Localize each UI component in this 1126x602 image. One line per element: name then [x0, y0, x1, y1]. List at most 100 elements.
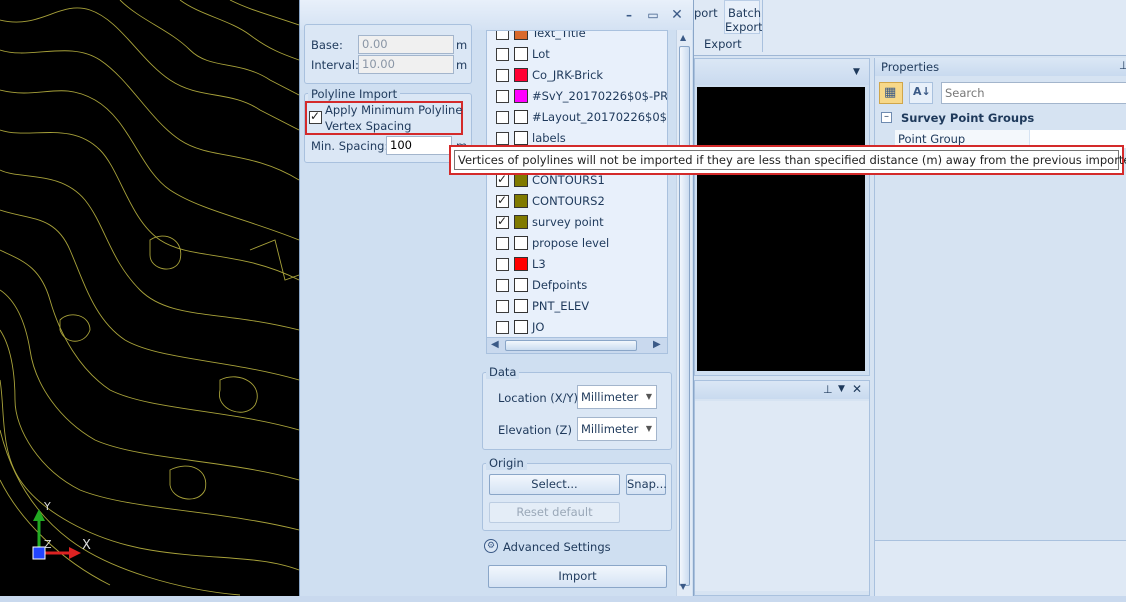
layer-color-swatch [514, 236, 528, 250]
advanced-settings-icon[interactable]: ⚙ [484, 539, 498, 553]
scroll-right-icon[interactable]: ▶ [653, 339, 661, 350]
layer-name: #Layout_20170226$0$labels [532, 110, 667, 124]
layer-checkbox[interactable] [496, 214, 509, 229]
layer-row[interactable]: Defpoints [487, 275, 667, 296]
layer-name: Co_JRK-Brick [532, 68, 604, 82]
import-button[interactable]: Import [488, 565, 667, 588]
elevation-select[interactable]: Millimeter ▼ [577, 417, 657, 441]
layer-checkbox[interactable] [496, 300, 509, 313]
layer-row[interactable]: Co_JRK-Brick [487, 65, 667, 86]
data-group-title: Data [486, 365, 520, 379]
min-spacing-input[interactable]: 100 [386, 136, 452, 155]
categorized-view-icon[interactable]: ▦ [879, 82, 903, 104]
apply-spacing-label-1: Apply Minimum Polyline [325, 103, 463, 117]
tooltip: Vertices of polylines will not be import… [449, 145, 1126, 175]
layer-row[interactable]: CONTOURS2 [487, 191, 667, 212]
layer-name: PNT_ELEV [532, 299, 590, 313]
ucs-axis-icon [32, 509, 81, 560]
close-icon[interactable]: ✕ [669, 8, 685, 22]
cad-canvas[interactable]: Y Z X [0, 0, 299, 602]
layer-row[interactable]: survey point [487, 212, 667, 233]
batch-export-label-2: Export [725, 20, 763, 34]
layer-checkbox[interactable] [496, 237, 509, 250]
layer-name: Defpoints [532, 278, 588, 292]
snap-button[interactable]: Snap... [626, 474, 667, 495]
axis-y-label: Y [44, 500, 51, 513]
layer-row[interactable]: L3 [487, 254, 667, 275]
layer-checkbox[interactable] [496, 132, 509, 145]
layer-name: #SvY_20170226$0$-PRE [532, 89, 668, 103]
pin-icon[interactable]: ⊥ [823, 383, 833, 396]
dropdown-arrow-icon[interactable]: ▼ [853, 67, 860, 77]
pin-icon[interactable]: ⊥ [1119, 59, 1126, 72]
scroll-up-icon[interactable]: ▲ [680, 33, 686, 42]
dialog-vscrollbar[interactable]: ▲ ▼ [676, 30, 692, 596]
layer-color-swatch [514, 299, 528, 313]
scroll-down-icon[interactable]: ▼ [680, 582, 686, 591]
advanced-settings-link[interactable]: Advanced Settings [503, 540, 611, 554]
category-title: Survey Point Groups [901, 111, 1035, 125]
maximize-icon[interactable]: ▭ [645, 8, 661, 22]
layer-color-swatch [514, 320, 528, 334]
layer-checkbox[interactable] [496, 48, 509, 61]
base-field[interactable]: 0.00 [358, 35, 454, 54]
location-label: Location (X/Y) [498, 391, 579, 405]
layer-color-swatch [514, 31, 528, 40]
layer-checkbox[interactable] [496, 172, 509, 187]
layer-checkbox[interactable] [496, 31, 509, 40]
minimize-icon[interactable]: – [621, 8, 637, 22]
layer-checkbox[interactable] [496, 193, 509, 208]
reset-default-button[interactable]: Reset default [489, 502, 620, 523]
close-icon[interactable]: ✕ [852, 382, 862, 396]
properties-title: Properties [881, 60, 940, 74]
vscroll-thumb[interactable] [679, 46, 690, 586]
preview-header: ▼ [695, 59, 869, 85]
location-value: Millimeter [581, 390, 639, 404]
hscroll-thumb[interactable] [505, 340, 637, 351]
layer-row[interactable]: PNT_ELEV [487, 296, 667, 317]
origin-group-title: Origin [486, 456, 527, 470]
ribbon: port Batch Export Export [694, 0, 1126, 56]
scroll-left-icon[interactable]: ◀ [491, 339, 499, 350]
min-spacing-label: Min. Spacing: [311, 139, 389, 153]
layer-row[interactable]: #Layout_20170226$0$labels [487, 107, 667, 128]
layer-row[interactable]: propose level [487, 233, 667, 254]
layer-checkbox[interactable] [496, 111, 509, 124]
batch-export-button[interactable]: Batch Export [724, 0, 763, 34]
apply-spacing-checkbox[interactable] [309, 109, 322, 124]
tooltip-text: Vertices of polylines will not be import… [454, 150, 1126, 170]
properties-search-input[interactable]: Search [941, 82, 1126, 104]
layer-row[interactable]: Lot [487, 44, 667, 65]
interval-field[interactable]: 10.00 [358, 55, 454, 74]
layer-hscrollbar[interactable]: ◀ ▶ [487, 337, 667, 353]
layer-name: JO [532, 320, 545, 334]
layer-list[interactable]: Text_Title Lot Co_JRK-Brick #SvY_2017022… [486, 30, 668, 354]
layer-checkbox[interactable] [496, 279, 509, 292]
export-button-label[interactable]: port [694, 6, 718, 20]
layer-row[interactable]: Text_Title [487, 30, 667, 44]
properties-description-pane [875, 540, 1126, 598]
property-label: Point Group [898, 132, 966, 146]
layer-name: Lot [532, 47, 550, 61]
location-select[interactable]: Millimeter ▼ [577, 385, 657, 409]
layer-row[interactable]: #SvY_20170226$0$-PRE [487, 86, 668, 107]
collapse-icon[interactable]: – [881, 112, 892, 123]
layer-checkbox[interactable] [496, 258, 509, 271]
layer-checkbox[interactable] [496, 69, 509, 82]
preview-canvas [697, 87, 865, 371]
layer-color-swatch [514, 68, 528, 82]
batch-export-label-1: Batch [728, 6, 762, 20]
layer-color-swatch [514, 173, 528, 187]
layer-checkbox[interactable] [496, 90, 509, 103]
alphabetical-sort-icon[interactable]: A↓ [909, 82, 933, 104]
elevation-group [304, 24, 472, 84]
category-row[interactable]: – Survey Point Groups [877, 110, 1125, 128]
layer-row[interactable]: JO [487, 317, 667, 338]
select-origin-button[interactable]: Select... [489, 474, 620, 495]
properties-header: Properties ⊥ [875, 58, 1126, 76]
interval-label: Interval: [311, 58, 359, 72]
layer-checkbox[interactable] [496, 321, 509, 334]
preview-panel: ▼ [694, 58, 870, 376]
layer-name: Text_Title [532, 30, 586, 40]
dropdown-arrow-icon[interactable]: ▼ [838, 384, 845, 394]
